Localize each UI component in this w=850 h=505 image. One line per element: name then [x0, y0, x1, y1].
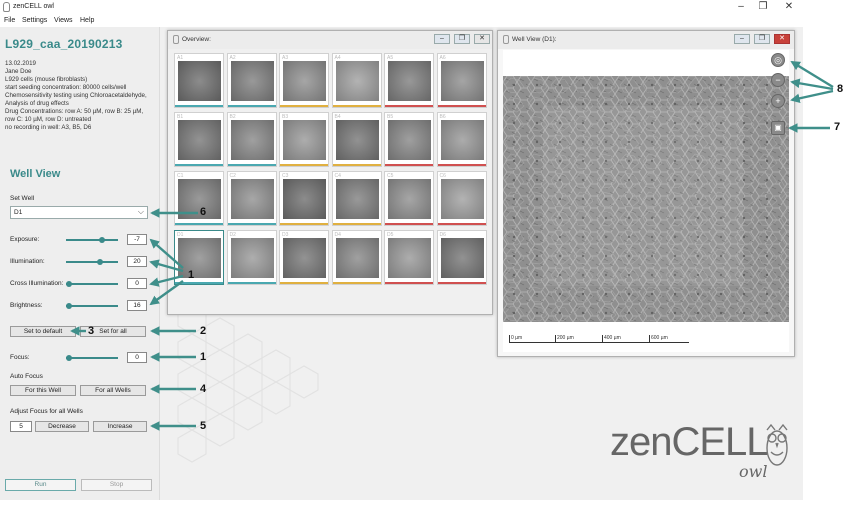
callout-7: 7: [834, 121, 841, 133]
callout-arrow: [149, 274, 184, 287]
callout-6: 6: [200, 206, 207, 218]
callout-3: 3: [88, 325, 95, 337]
callout-1-focus: 1: [200, 351, 207, 363]
callout-2: 2: [200, 325, 207, 337]
callout-arrow: [790, 89, 834, 104]
brand-logo-text: zenCELL: [610, 420, 769, 464]
callout-1: 1: [188, 269, 195, 281]
callout-arrow: [149, 280, 184, 306]
callout-8: 8: [837, 83, 844, 95]
owl-logo-icon: [766, 424, 788, 466]
callout-4: 4: [200, 383, 207, 395]
callout-5: 5: [200, 420, 207, 432]
